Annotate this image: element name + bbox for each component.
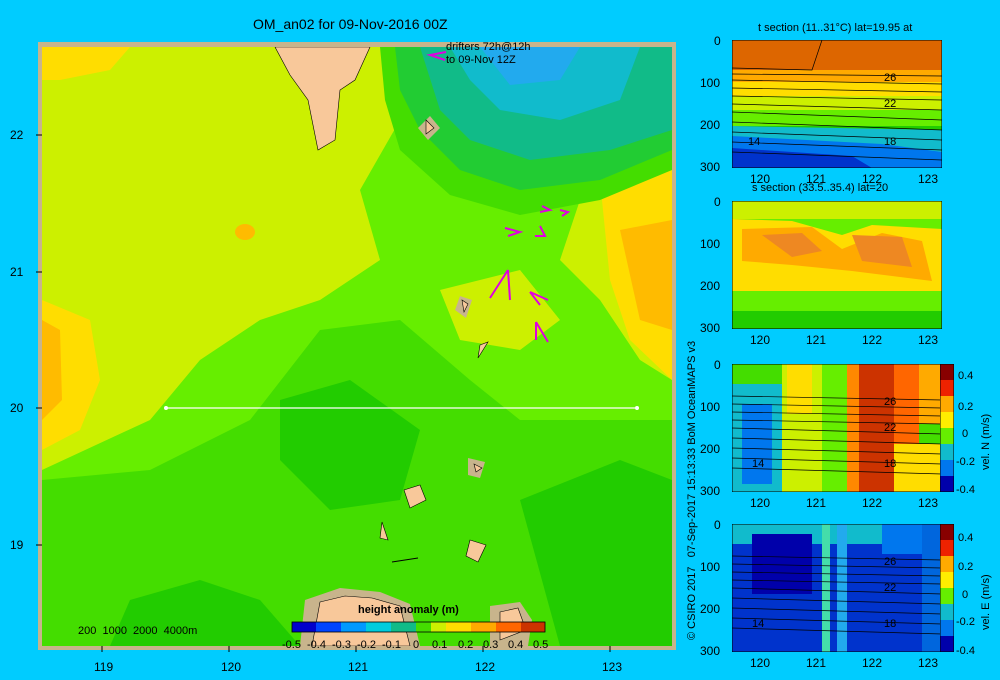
vel-north-section-panel [732,364,942,492]
contour-label: 22 [884,422,897,434]
colorbar-tick: 0.5 [533,639,549,651]
contour-label: 14 [752,458,765,470]
contour-label: 22 [884,582,897,594]
colorbar-tick: -0.5 [282,639,301,651]
y-tick-label: 20 [10,401,24,415]
temperature-section-panel [732,40,942,168]
contour-label: 26 [884,396,897,408]
height-anomaly-colorbar [291,621,546,633]
drifters-note-2: to 09-Nov 12Z [446,54,516,66]
colorbar-tick: -0.4 [307,639,326,651]
main-map [36,42,676,652]
contour-label: 14 [748,136,761,148]
y-tick-label: 21 [10,265,24,279]
x-tick-label: 123 [602,660,623,674]
contour-label: 26 [884,556,897,568]
colorbar-tick: 0.4 [508,639,524,651]
drifters-note-1: drifters 72h@12h [446,41,531,53]
vel-east-colorbar [940,524,954,652]
contour-label: 18 [884,136,897,148]
colorbar-tick: 0.2 [458,639,474,651]
y-tick-label: 22 [10,128,24,142]
colorbar-tick: 0.3 [483,639,499,651]
vel-north-colorbar [940,364,954,492]
contour-label: 14 [752,618,765,630]
colorbar-title: height anomaly (m) [358,604,459,616]
vel-north-label: vel. N (m/s) [980,413,992,470]
colorbar-tick: -0.3 [332,639,351,651]
contour-label: 26 [884,72,897,84]
colorbar-tick: 0.1 [432,639,448,651]
colorbar-tick: -0.1 [382,639,401,651]
x-tick-label: 119 [94,660,114,674]
vel-east-label: vel. E (m/s) [980,574,992,630]
contour-label: 22 [884,98,897,110]
x-tick-label: 120 [221,660,242,674]
credit-text: © CSIRO 2017 07-Sep-2017 15:13:33 BoM Oc… [686,340,698,640]
panel-1-title: t section (11..31°C) lat=19.95 at [758,22,913,34]
contour-label: 18 [884,458,897,470]
colorbar-tick: -0.2 [357,639,376,651]
depth-legend: 200 1000 2000 4000m [78,625,198,637]
colorbar-tick: 0 [413,639,420,651]
salinity-section-panel [732,201,942,329]
y-tick-label: 19 [10,538,24,552]
x-tick-label: 122 [475,660,496,674]
contour-label: 18 [884,618,897,630]
vel-east-section-panel [732,524,942,652]
x-tick-label: 121 [348,660,369,674]
